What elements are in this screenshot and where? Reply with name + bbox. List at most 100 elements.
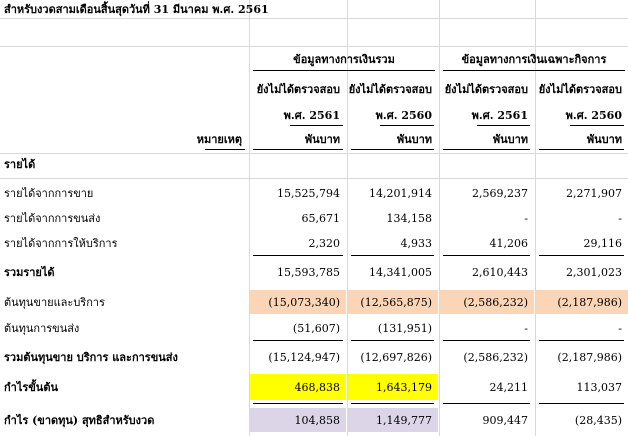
value-cell: (51,607) [292, 321, 340, 335]
underline [539, 403, 624, 404]
value-cell: 2,301,023 [566, 265, 622, 279]
unit-label: พันบาท [492, 133, 528, 146]
value-cell: 4,933 [400, 236, 433, 250]
value-cell-highlight: (15,073,340) [250, 290, 346, 314]
underline [443, 70, 625, 71]
statement-title: สำหรับงวดสามเดือนสิ้นสุดวันที่ 31 มีนาคม… [4, 3, 269, 16]
row-label: รวมรายได้ [4, 266, 55, 279]
underline [290, 125, 343, 126]
value-cell: 2,271,907 [566, 186, 622, 200]
unaudited-label: ยังไม่ได้ตรวจสอบ [256, 83, 340, 96]
row-label: รายได้จากการขนส่ง [4, 212, 101, 225]
underline [253, 149, 343, 150]
year-label: พ.ศ. 2561 [283, 109, 340, 122]
value-cell: 65,671 [301, 211, 341, 225]
gridline [0, 18, 628, 19]
value-cell: 15,593,785 [277, 265, 340, 279]
unit-label: พันบาท [304, 133, 340, 146]
underline [380, 125, 434, 126]
underline [539, 340, 624, 341]
value-cell: - [618, 211, 622, 225]
gridline [0, 178, 628, 179]
separate-header: ข้อมูลทางการเงินเฉพาะกิจการ [461, 53, 607, 66]
unit-label: พันบาท [586, 133, 622, 146]
value-cell: (131,951) [377, 321, 432, 335]
underline [253, 403, 343, 404]
value-cell: 113,037 [576, 380, 623, 394]
underline [443, 340, 530, 341]
underline [539, 255, 624, 256]
unaudited-label: ยังไม่ได้ตรวจสอบ [444, 83, 528, 96]
row-label: ต้นทุนการขนส่ง [4, 322, 80, 335]
underline [477, 125, 530, 126]
value-cell: 2,320 [308, 236, 341, 250]
underline [253, 340, 343, 341]
value-cell: (2,187,986) [557, 350, 622, 364]
underline [539, 149, 624, 150]
underline [443, 255, 530, 256]
section-revenue-label: รายได้ [4, 158, 36, 171]
row-label: กำไรขั้นต้น [4, 381, 58, 394]
underline [253, 255, 343, 256]
table-row: รายได้จากการขาย 15,525,794 14,201,914 2,… [0, 183, 628, 203]
value-cell: (2,586,232) [463, 350, 528, 364]
value-cell-highlight: (2,586,232) [440, 290, 534, 314]
row-label: รายได้จากการขาย [4, 187, 94, 200]
year-label: พ.ศ. 2561 [471, 109, 528, 122]
value-cell: 14,341,005 [369, 265, 432, 279]
table-row: รายได้จากการขนส่ง 65,671 134,158 - - [0, 208, 628, 228]
value-cell-highlight: 468,838 [250, 374, 346, 400]
underline [443, 403, 530, 404]
row-label: รวมต้นทุนขาย บริการ และการขนส่ง [4, 351, 178, 364]
value-cell: (28,435) [574, 413, 622, 427]
underline [351, 255, 434, 256]
value-cell: 2,610,443 [472, 265, 528, 279]
value-cell-highlight: (12,565,875) [348, 290, 438, 314]
value-cell: - [524, 211, 528, 225]
table-row-total: รวมรายได้ 15,593,785 14,341,005 2,610,44… [0, 262, 628, 282]
table-row-total: กำไรขั้นต้น 468,838 1,643,179 24,211 113… [0, 374, 628, 400]
unaudited-label: ยังไม่ได้ตรวจสอบ [538, 83, 622, 96]
underline [351, 340, 434, 341]
value-cell: 14,201,914 [369, 186, 432, 200]
value-cell: 24,211 [489, 380, 529, 394]
row-label: กำไร (ขาดทุน) สุทธิสำหรับงวด [4, 414, 155, 427]
value-cell: 2,569,237 [472, 186, 528, 200]
value-cell: 134,158 [386, 211, 433, 225]
consolidated-header: ข้อมูลทางการเงินรวม [293, 53, 395, 66]
year-label: พ.ศ. 2560 [565, 109, 622, 122]
value-cell: - [618, 321, 622, 335]
title-row: สำหรับงวดสามเดือนสิ้นสุดวันที่ 31 มีนาคม… [0, 0, 628, 18]
section-row: รายได้ [0, 154, 628, 174]
underline [443, 149, 530, 150]
financial-statement-sheet: สำหรับงวดสามเดือนสิ้นสุดวันที่ 31 มีนาคม… [0, 0, 628, 436]
unaudited-label: ยังไม่ได้ตรวจสอบ [348, 83, 432, 96]
value-cell: 15,525,794 [277, 186, 340, 200]
value-cell: - [524, 321, 528, 335]
units-row: หมายเหตุ พันบาท พันบาท พันบาท พันบาท [0, 130, 628, 148]
underline [253, 70, 435, 71]
underline [351, 149, 434, 150]
year-row: พ.ศ. 2561 พ.ศ. 2560 พ.ศ. 2561 พ.ศ. 2560 [0, 106, 628, 124]
value-cell: (15,124,947) [268, 350, 340, 364]
table-row: รายได้จากการให้บริการ 2,320 4,933 41,206… [0, 233, 628, 253]
underline [205, 149, 245, 150]
underline [570, 125, 624, 126]
value-cell-highlight: 1,149,777 [348, 408, 438, 432]
row-label: ต้นทุนขายและบริการ [4, 296, 105, 309]
value-cell: 909,447 [482, 413, 529, 427]
group-header-row: ข้อมูลทางการเงินรวม ข้อมูลทางการเงินเฉพา… [0, 50, 628, 68]
value-cell: 29,116 [583, 236, 623, 250]
table-row-total: กำไร (ขาดทุน) สุทธิสำหรับงวด 104,858 1,1… [0, 408, 628, 432]
year-label: พ.ศ. 2560 [375, 109, 432, 122]
underline [351, 403, 434, 404]
unit-label: พันบาท [396, 133, 432, 146]
table-row-total: รวมต้นทุนขาย บริการ และการขนส่ง (15,124,… [0, 346, 628, 368]
gridline [0, 46, 628, 47]
value-cell: 41,206 [489, 236, 529, 250]
value-cell-highlight: (2,187,986) [536, 290, 628, 314]
note-header: หมายเหตุ [196, 133, 242, 146]
unaudited-row: ยังไม่ได้ตรวจสอบ ยังไม่ได้ตรวจสอบ ยังไม่… [0, 80, 628, 98]
value-cell: (12,697,826) [360, 350, 432, 364]
table-row: ต้นทุนการขนส่ง (51,607) (131,951) - - [0, 318, 628, 338]
